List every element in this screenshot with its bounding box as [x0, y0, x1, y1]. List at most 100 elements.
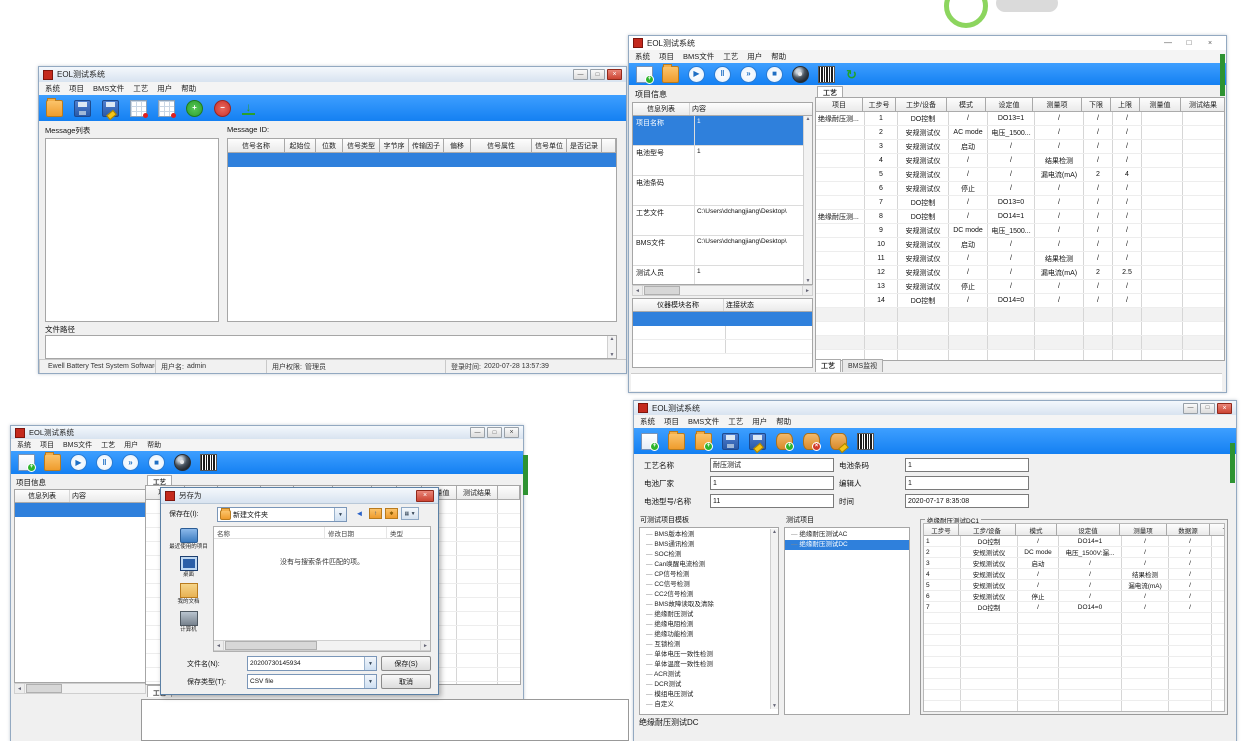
process-row[interactable]: 14 DO控制 / DO14=0 / / /: [816, 294, 1224, 308]
add-icon[interactable]: +: [186, 100, 203, 117]
info-row[interactable]: 项目名称 1: [633, 116, 812, 146]
info-row[interactable]: BMS文件 C:\Users\dchangjiang\Desktop\: [633, 236, 812, 266]
menu-item[interactable]: 帮助: [776, 416, 791, 427]
barcode-icon[interactable]: [818, 66, 835, 83]
minimize-button[interactable]: [1162, 39, 1174, 48]
menu-item[interactable]: 系统: [17, 440, 31, 450]
new-project-icon[interactable]: [636, 66, 653, 83]
menu-item[interactable]: 用户: [124, 440, 138, 450]
menu-item[interactable]: BMS文件: [688, 416, 719, 427]
up-folder-icon[interactable]: [369, 508, 382, 519]
dialog-title-bar[interactable]: 另存为: [161, 488, 438, 504]
process-row[interactable]: 11 安规测试仪 / / 结果检测 / /: [816, 252, 1224, 266]
step-row[interactable]: [924, 668, 1224, 679]
maximize-button[interactable]: [487, 427, 502, 438]
process-row[interactable]: 2 安规测试仪 AC mode 电压_1500... / / /: [816, 126, 1224, 140]
process-row[interactable]: 5 安规测试仪 / / 漏电流(mA) 2 4: [816, 168, 1224, 182]
selected-signal-row[interactable]: [228, 153, 616, 167]
step-row[interactable]: 7 DO控制 / DO14=0 / / / /: [924, 602, 1224, 613]
save-edit-icon[interactable]: [102, 100, 119, 117]
template-item[interactable]: CC2信号检测: [640, 590, 778, 600]
process-row[interactable]: 6 安规测试仪 停止 / / / /: [816, 182, 1224, 196]
db-add-icon[interactable]: [776, 433, 793, 450]
title-bar[interactable]: EOL测试系统: [11, 426, 523, 440]
template-item[interactable]: Can唤醒电流检测: [640, 560, 778, 570]
info-row[interactable]: 电池条码: [633, 176, 812, 206]
step-icon[interactable]: »: [740, 66, 757, 83]
test-item[interactable]: 绝缘耐压测试AC: [785, 530, 909, 540]
log-text-area[interactable]: [141, 699, 629, 741]
open-folder-icon[interactable]: [46, 100, 63, 117]
process-row[interactable]: [816, 322, 1224, 336]
dropdown-arrow-icon[interactable]: [364, 657, 376, 670]
info-row[interactable]: 工艺文件 C:\Users\dchangjiang\Desktop\: [633, 206, 812, 236]
template-item[interactable]: BMS通讯检测: [640, 540, 778, 550]
close-button[interactable]: [504, 427, 519, 438]
bottom-tab[interactable]: 工艺: [815, 359, 841, 372]
process-row[interactable]: 9 安规测试仪 DC mode 电压_1500... / / /: [816, 224, 1224, 238]
scroll-left-icon[interactable]: ◄: [214, 641, 224, 650]
menu-item[interactable]: BMS文件: [683, 51, 714, 62]
step-row[interactable]: [924, 701, 1224, 712]
template-item[interactable]: 单体电压一致性检测: [640, 650, 778, 660]
step-row[interactable]: 5 安规测试仪 / / 漏电流(mA) / 2 2.5: [924, 580, 1224, 591]
step-row[interactable]: [924, 646, 1224, 657]
test-item[interactable]: 绝缘耐压测试DC: [785, 540, 909, 550]
remove-icon[interactable]: −: [214, 100, 231, 117]
title-bar[interactable]: EOL测试系统: [634, 401, 1236, 416]
add-folder-icon[interactable]: [695, 433, 712, 450]
field-input[interactable]: 1: [905, 476, 1029, 490]
barcode-icon[interactable]: [200, 454, 217, 471]
menu-item[interactable]: 项目: [40, 440, 54, 450]
disc-icon[interactable]: [792, 66, 809, 83]
info-row[interactable]: 测试人员 1: [633, 266, 812, 285]
template-item[interactable]: 自定义: [640, 700, 778, 710]
step-row[interactable]: 2 安规测试仪 DC mode 电压_1500V:漏... / / / /: [924, 547, 1224, 558]
open-project-icon[interactable]: [44, 454, 61, 471]
title-bar[interactable]: EOL测试系统: [629, 36, 1226, 51]
template-item[interactable]: BMS故障读取及清除: [640, 600, 778, 610]
step-row[interactable]: 1 DO控制 / DO14=1 / / / /: [924, 536, 1224, 547]
info-row[interactable]: 电池型号 1: [633, 146, 812, 176]
horizontal-scrollbar[interactable]: ◄ ►: [214, 640, 430, 651]
template-item[interactable]: 绝缘电阻检测: [640, 620, 778, 630]
maximize-button[interactable]: [590, 69, 605, 80]
save-icon[interactable]: [74, 100, 91, 117]
module-row[interactable]: [633, 326, 812, 340]
step-row[interactable]: [924, 657, 1224, 668]
table-export-icon[interactable]: [130, 100, 147, 117]
menu-item[interactable]: 用户: [752, 416, 767, 427]
minimize-button[interactable]: [1183, 403, 1198, 414]
scroll-thumb[interactable]: [26, 684, 62, 693]
table-import-icon[interactable]: [158, 100, 175, 117]
open-folder-icon[interactable]: [668, 433, 685, 450]
stop-icon[interactable]: ■: [148, 454, 165, 471]
process-row[interactable]: 4 安规测试仪 / / 结果检测 / /: [816, 154, 1224, 168]
start-icon[interactable]: ▶: [70, 454, 87, 471]
message-list[interactable]: [45, 138, 219, 322]
dialog-close-button[interactable]: [416, 490, 434, 502]
template-item[interactable]: 绝缘功能检测: [640, 630, 778, 640]
file-list[interactable]: 名称 修改日期 类型 没有与搜索条件匹配的项。 ◄ ►: [213, 526, 431, 652]
col-header[interactable]: 修改日期: [325, 527, 387, 538]
template-item[interactable]: CC信号检测: [640, 580, 778, 590]
menu-item[interactable]: 工艺: [723, 51, 738, 62]
menu-item[interactable]: 工艺: [101, 440, 115, 450]
process-row[interactable]: [816, 336, 1224, 350]
reset-icon[interactable]: ↻: [844, 67, 859, 82]
menu-item[interactable]: BMS文件: [93, 83, 124, 94]
place-documents[interactable]: 我的文档: [166, 583, 211, 606]
new-project-icon[interactable]: [18, 454, 35, 471]
new-file-icon[interactable]: [641, 433, 658, 450]
menu-item[interactable]: 帮助: [771, 51, 786, 62]
menu-item[interactable]: 帮助: [181, 83, 196, 94]
save-button[interactable]: 保存(S): [381, 656, 431, 671]
process-row[interactable]: 绝缘耐压测... 8 DO控制 / DO14=1 / / /: [816, 210, 1224, 224]
field-input[interactable]: 2020-07-17 8:35:08: [905, 494, 1029, 508]
menu-item[interactable]: 项目: [659, 51, 674, 62]
back-icon[interactable]: [353, 507, 366, 519]
field-input[interactable]: 1: [710, 476, 834, 490]
scroll-right-icon[interactable]: ►: [802, 286, 812, 295]
maximize-button[interactable]: [1200, 403, 1215, 414]
place-computer[interactable]: 计算机: [166, 611, 211, 634]
